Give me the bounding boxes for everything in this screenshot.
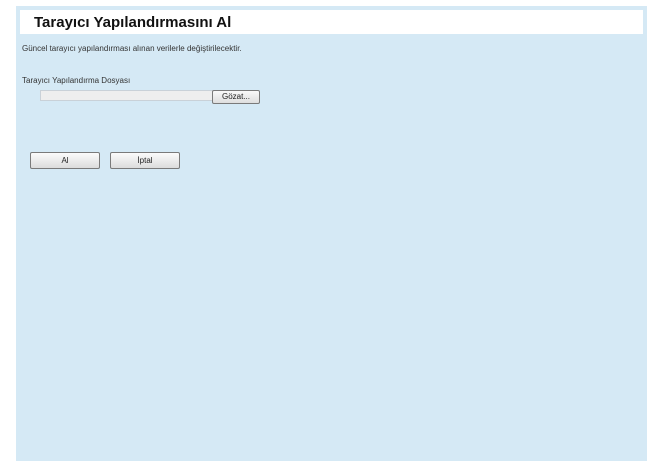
description-text: Güncel tarayıcı yapılandırması alınan ve… bbox=[22, 44, 242, 53]
cancel-button[interactable]: İptal bbox=[110, 152, 180, 169]
config-file-input[interactable] bbox=[40, 90, 227, 101]
page-title: Tarayıcı Yapılandırmasını Al bbox=[34, 14, 232, 31]
import-config-panel: Tarayıcı Yapılandırmasını Al Güncel tara… bbox=[16, 6, 647, 461]
import-button[interactable]: Al bbox=[30, 152, 100, 169]
browse-button[interactable]: Gözat... bbox=[212, 90, 260, 104]
file-field-label: Tarayıcı Yapılandırma Dosyası bbox=[22, 76, 131, 85]
title-bar: Tarayıcı Yapılandırmasını Al bbox=[20, 10, 643, 34]
